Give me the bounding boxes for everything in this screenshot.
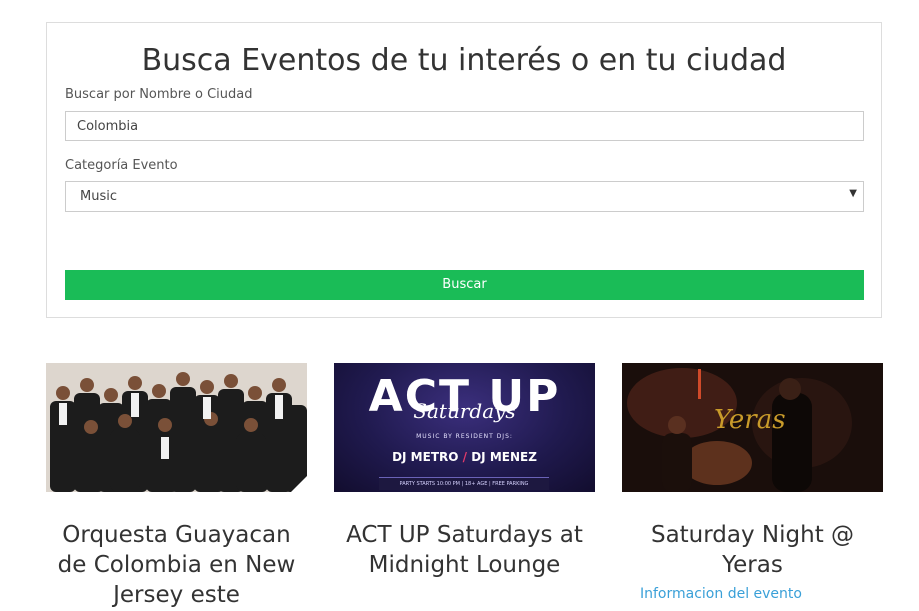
search-panel: Busca Eventos de tu interés o en tu ciud… [46, 22, 882, 318]
event-info-link[interactable]: Informacion del evento [640, 586, 883, 602]
event-card: ACT UP Saturdays MUSIC BY RESIDENT DJS: … [334, 363, 595, 580]
poster-dj-separator: / [462, 450, 468, 464]
event-title[interactable]: ACT UP Saturdays at Midnight Lounge [334, 520, 595, 580]
poster-dj-2: DJ MENEZ [471, 450, 537, 464]
event-title[interactable]: Orquesta Guayacan de Colombia en New Jer… [46, 520, 307, 610]
name-field-label: Buscar por Nombre o Ciudad [65, 87, 253, 102]
category-select-value: Music [80, 189, 117, 204]
poster-script: Saturdays [413, 399, 516, 423]
event-image[interactable]: Yeras [622, 363, 883, 492]
poster-music-line: MUSIC BY RESIDENT DJS: [416, 433, 513, 440]
caret-down-icon: ▼ [849, 188, 857, 199]
event-card: Yeras Saturday Night @ Yeras Informacion… [622, 363, 883, 602]
poster-djs: DJ METRO / DJ MENEZ [334, 450, 595, 464]
poster-footer: PARTY STARTS 10:00 PM | 18+ AGE | FREE P… [379, 477, 549, 490]
event-card: Orquesta Guayacan de Colombia en New Jer… [46, 363, 307, 610]
poster-dj-1: DJ METRO [392, 450, 459, 464]
band-photo-icon [46, 363, 307, 492]
event-title[interactable]: Saturday Night @ Yeras [622, 520, 883, 580]
event-image[interactable]: ACT UP Saturdays MUSIC BY RESIDENT DJS: … [334, 363, 595, 492]
page-title: Busca Eventos de tu interés o en tu ciud… [141, 43, 787, 78]
search-input[interactable] [65, 111, 864, 141]
search-button[interactable]: Buscar [65, 270, 864, 300]
event-image[interactable] [46, 363, 307, 492]
category-field-label: Categoría Evento [65, 158, 178, 173]
venue-logo: Yeras [714, 405, 786, 435]
category-select[interactable]: Music ▼ [65, 181, 864, 212]
